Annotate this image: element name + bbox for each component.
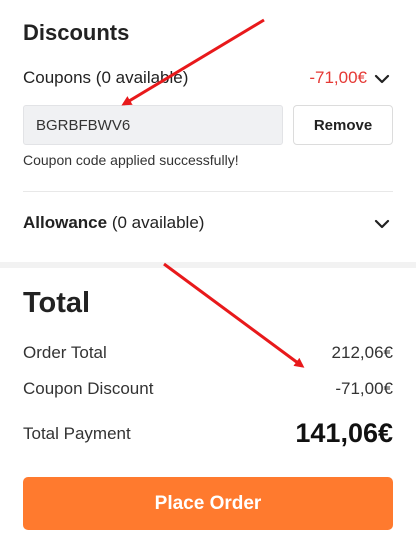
chevron-down-icon[interactable] xyxy=(373,70,391,88)
allowance-label-text: Allowance xyxy=(23,213,108,232)
discounts-section: Discounts Coupons (0 available) -71,00€ … xyxy=(0,0,416,262)
remove-coupon-button[interactable]: Remove xyxy=(293,105,393,145)
total-payment-label: Total Payment xyxy=(23,424,131,443)
allowance-label: Allowance (0 available) xyxy=(23,213,204,233)
coupon-amount: -71,00€ xyxy=(309,68,367,87)
chevron-down-icon[interactable] xyxy=(373,215,391,233)
order-total-row: Order Total 212,06€ xyxy=(23,343,393,367)
coupon-discount-row: Coupon Discount -71,00€ xyxy=(23,379,393,403)
coupon-discount-value: -71,00€ xyxy=(335,379,393,398)
total-payment-row: Total Payment 141,06€ xyxy=(23,418,393,452)
coupons-availability: (0 available) xyxy=(95,68,189,87)
total-payment-value: 141,06€ xyxy=(295,418,393,448)
coupons-row[interactable]: Coupons (0 available) -71,00€ xyxy=(23,68,393,92)
coupon-discount-label: Coupon Discount xyxy=(23,379,154,398)
coupons-label: Coupons (0 available) xyxy=(23,68,188,88)
coupons-label-text: Coupons xyxy=(23,68,92,87)
allowance-availability: (0 available) xyxy=(111,213,205,232)
order-total-value: 212,06€ xyxy=(331,343,393,362)
allowance-row[interactable]: Allowance (0 available) xyxy=(23,213,393,237)
discounts-title: Discounts xyxy=(23,20,130,45)
section-separator xyxy=(0,262,416,268)
order-total-label: Order Total xyxy=(23,343,107,362)
coupon-success-message: Coupon code applied successfully! xyxy=(23,152,239,168)
divider xyxy=(23,191,393,192)
total-title: Total xyxy=(23,287,91,319)
place-order-button[interactable]: Place Order xyxy=(23,477,393,530)
coupon-code-input[interactable] xyxy=(23,105,283,145)
